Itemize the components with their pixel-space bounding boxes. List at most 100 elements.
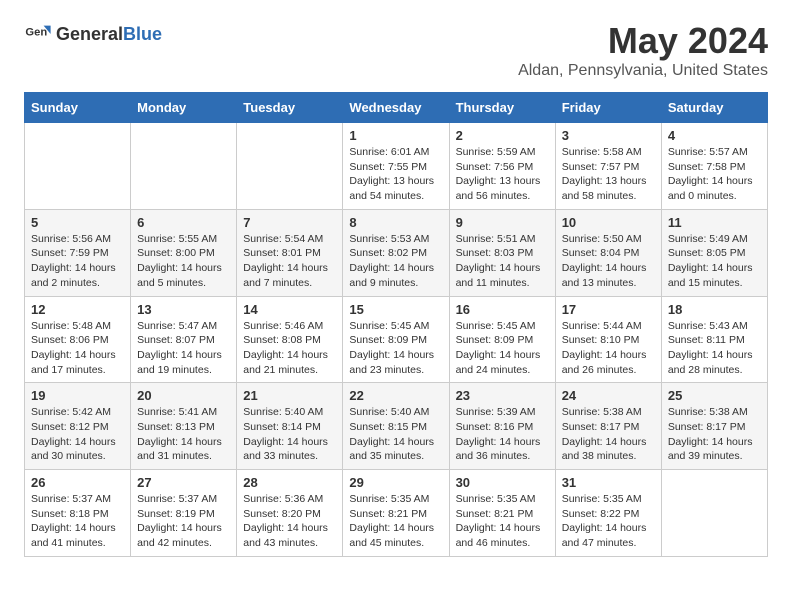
- svg-text:Gen: Gen: [25, 26, 47, 38]
- calendar-header-cell: Friday: [555, 93, 661, 123]
- day-number: 3: [562, 128, 655, 143]
- day-number: 14: [243, 302, 336, 317]
- day-info: Sunrise: 5:40 AMSunset: 8:14 PMDaylight:…: [243, 405, 336, 464]
- calendar-day-cell: 19 Sunrise: 5:42 AMSunset: 8:12 PMDayligh…: [25, 383, 131, 470]
- day-number: 26: [31, 475, 124, 490]
- day-info: Sunrise: 5:40 AMSunset: 8:15 PMDaylight:…: [349, 405, 442, 464]
- calendar-day-cell: 27 Sunrise: 5:37 AMSunset: 8:19 PMDayligh…: [131, 470, 237, 557]
- day-number: 22: [349, 388, 442, 403]
- day-number: 7: [243, 215, 336, 230]
- calendar-day-cell: 5 Sunrise: 5:56 AMSunset: 7:59 PMDaylight…: [25, 209, 131, 296]
- calendar-day-cell: 4Sunrise: 5:57 AMSunset: 7:58 PMDaylight…: [661, 123, 767, 210]
- calendar-day-cell: 20Sunrise: 5:41 AMSunset: 8:13 PMDayligh…: [131, 383, 237, 470]
- day-info: Sunrise: 5:37 AMSunset: 8:19 PMDaylight:…: [137, 492, 230, 551]
- day-info: Sunrise: 5:48 AMSunset: 8:06 PMDaylight:…: [31, 319, 124, 378]
- day-info: Sunrise: 5:51 AMSunset: 8:03 PMDaylight:…: [456, 232, 549, 291]
- day-number: 5: [31, 215, 124, 230]
- day-info: Sunrise: 5:38 AMSunset: 8:17 PMDaylight:…: [562, 405, 655, 464]
- day-info: Sunrise: 5:49 AMSunset: 8:05 PMDaylight:…: [668, 232, 761, 291]
- calendar-week-row: 5 Sunrise: 5:56 AMSunset: 7:59 PMDaylight…: [25, 209, 768, 296]
- day-info: Sunrise: 5:47 AMSunset: 8:07 PMDaylight:…: [137, 319, 230, 378]
- calendar-week-row: 26Sunrise: 5:37 AMSunset: 8:18 PMDayligh…: [25, 470, 768, 557]
- day-number: 29: [349, 475, 442, 490]
- calendar-day-cell: 30 Sunrise: 5:35 AMSunset: 8:21 PMDayligh…: [449, 470, 555, 557]
- subtitle: Aldan, Pennsylvania, United States: [518, 62, 768, 80]
- day-info: Sunrise: 5:55 AMSunset: 8:00 PMDaylight:…: [137, 232, 230, 291]
- calendar-day-cell: 2Sunrise: 5:59 AMSunset: 7:56 PMDaylight…: [449, 123, 555, 210]
- calendar-day-cell: 18Sunrise: 5:43 AMSunset: 8:11 PMDayligh…: [661, 296, 767, 383]
- calendar-day-cell: 22 Sunrise: 5:40 AMSunset: 8:15 PMDayligh…: [343, 383, 449, 470]
- day-number: 28: [243, 475, 336, 490]
- calendar-day-cell: 8Sunrise: 5:53 AMSunset: 8:02 PMDaylight…: [343, 209, 449, 296]
- calendar-day-cell: 9Sunrise: 5:51 AMSunset: 8:03 PMDaylight…: [449, 209, 555, 296]
- day-info: Sunrise: 5:54 AMSunset: 8:01 PMDaylight:…: [243, 232, 336, 291]
- day-info: Sunrise: 5:35 AMSunset: 8:22 PMDaylight:…: [562, 492, 655, 551]
- calendar-day-cell: 13 Sunrise: 5:47 AMSunset: 8:07 PMDayligh…: [131, 296, 237, 383]
- day-info: Sunrise: 5:35 AMSunset: 8:21 PMDaylight:…: [456, 492, 549, 551]
- logo: Gen GeneralBlue: [24, 20, 162, 48]
- day-number: 12: [31, 302, 124, 317]
- day-number: 1: [349, 128, 442, 143]
- day-number: 8: [349, 215, 442, 230]
- day-number: 13: [137, 302, 230, 317]
- day-info: Sunrise: 5:44 AMSunset: 8:10 PMDaylight:…: [562, 319, 655, 378]
- calendar-day-cell: 1 Sunrise: 6:01 AMSunset: 7:55 PMDaylight…: [343, 123, 449, 210]
- calendar-day-cell: 28 Sunrise: 5:36 AMSunset: 8:20 PMDayligh…: [237, 470, 343, 557]
- day-number: 25: [668, 388, 761, 403]
- calendar-day-cell: [25, 123, 131, 210]
- calendar-header-cell: Thursday: [449, 93, 555, 123]
- day-number: 15: [349, 302, 442, 317]
- logo-icon: Gen: [24, 20, 52, 48]
- calendar-header-cell: Wednesday: [343, 93, 449, 123]
- calendar-day-cell: [131, 123, 237, 210]
- day-number: 17: [562, 302, 655, 317]
- calendar-day-cell: 3 Sunrise: 5:58 AMSunset: 7:57 PMDaylight…: [555, 123, 661, 210]
- logo-general-text: General: [56, 24, 123, 44]
- day-info: Sunrise: 5:58 AMSunset: 7:57 PMDaylight:…: [562, 145, 655, 204]
- day-info: Sunrise: 5:50 AMSunset: 8:04 PMDaylight:…: [562, 232, 655, 291]
- calendar-table: SundayMondayTuesdayWednesdayThursdayFrid…: [24, 92, 768, 557]
- calendar-day-cell: 10 Sunrise: 5:50 AMSunset: 8:04 PMDayligh…: [555, 209, 661, 296]
- day-info: Sunrise: 6:01 AMSunset: 7:55 PMDaylight:…: [349, 145, 442, 204]
- calendar-header-cell: Tuesday: [237, 93, 343, 123]
- day-number: 30: [456, 475, 549, 490]
- title-area: May 2024 Aldan, Pennsylvania, United Sta…: [518, 20, 768, 80]
- day-number: 16: [456, 302, 549, 317]
- calendar-day-cell: [661, 470, 767, 557]
- calendar-day-cell: 6 Sunrise: 5:55 AMSunset: 8:00 PMDaylight…: [131, 209, 237, 296]
- day-info: Sunrise: 5:42 AMSunset: 8:12 PMDaylight:…: [31, 405, 124, 464]
- day-number: 23: [456, 388, 549, 403]
- calendar-day-cell: 31 Sunrise: 5:35 AMSunset: 8:22 PMDayligh…: [555, 470, 661, 557]
- calendar-day-cell: [237, 123, 343, 210]
- day-number: 27: [137, 475, 230, 490]
- day-info: Sunrise: 5:43 AMSunset: 8:11 PMDaylight:…: [668, 319, 761, 378]
- day-number: 10: [562, 215, 655, 230]
- day-info: Sunrise: 5:57 AMSunset: 7:58 PMDaylight:…: [668, 145, 761, 204]
- day-info: Sunrise: 5:38 AMSunset: 8:17 PMDaylight:…: [668, 405, 761, 464]
- calendar-header-cell: Sunday: [25, 93, 131, 123]
- calendar-week-row: 1 Sunrise: 6:01 AMSunset: 7:55 PMDaylight…: [25, 123, 768, 210]
- main-title: May 2024: [518, 20, 768, 62]
- calendar-day-cell: 16Sunrise: 5:45 AMSunset: 8:09 PMDayligh…: [449, 296, 555, 383]
- calendar-day-cell: 23Sunrise: 5:39 AMSunset: 8:16 PMDayligh…: [449, 383, 555, 470]
- calendar-day-cell: 7 Sunrise: 5:54 AMSunset: 8:01 PMDaylight…: [237, 209, 343, 296]
- calendar-day-cell: 12 Sunrise: 5:48 AMSunset: 8:06 PMDayligh…: [25, 296, 131, 383]
- calendar-header-row: SundayMondayTuesdayWednesdayThursdayFrid…: [25, 93, 768, 123]
- calendar-day-cell: 17 Sunrise: 5:44 AMSunset: 8:10 PMDayligh…: [555, 296, 661, 383]
- day-info: Sunrise: 5:56 AMSunset: 7:59 PMDaylight:…: [31, 232, 124, 291]
- calendar-day-cell: 21 Sunrise: 5:40 AMSunset: 8:14 PMDayligh…: [237, 383, 343, 470]
- day-number: 19: [31, 388, 124, 403]
- day-info: Sunrise: 5:36 AMSunset: 8:20 PMDaylight:…: [243, 492, 336, 551]
- day-info: Sunrise: 5:45 AMSunset: 8:09 PMDaylight:…: [349, 319, 442, 378]
- day-number: 21: [243, 388, 336, 403]
- day-info: Sunrise: 5:59 AMSunset: 7:56 PMDaylight:…: [456, 145, 549, 204]
- calendar-day-cell: 14Sunrise: 5:46 AMSunset: 8:08 PMDayligh…: [237, 296, 343, 383]
- day-number: 6: [137, 215, 230, 230]
- calendar-day-cell: 24 Sunrise: 5:38 AMSunset: 8:17 PMDayligh…: [555, 383, 661, 470]
- day-number: 24: [562, 388, 655, 403]
- day-number: 31: [562, 475, 655, 490]
- calendar-day-cell: 29 Sunrise: 5:35 AMSunset: 8:21 PMDayligh…: [343, 470, 449, 557]
- logo-blue-text: Blue: [123, 24, 162, 44]
- day-info: Sunrise: 5:35 AMSunset: 8:21 PMDaylight:…: [349, 492, 442, 551]
- calendar-header-cell: Saturday: [661, 93, 767, 123]
